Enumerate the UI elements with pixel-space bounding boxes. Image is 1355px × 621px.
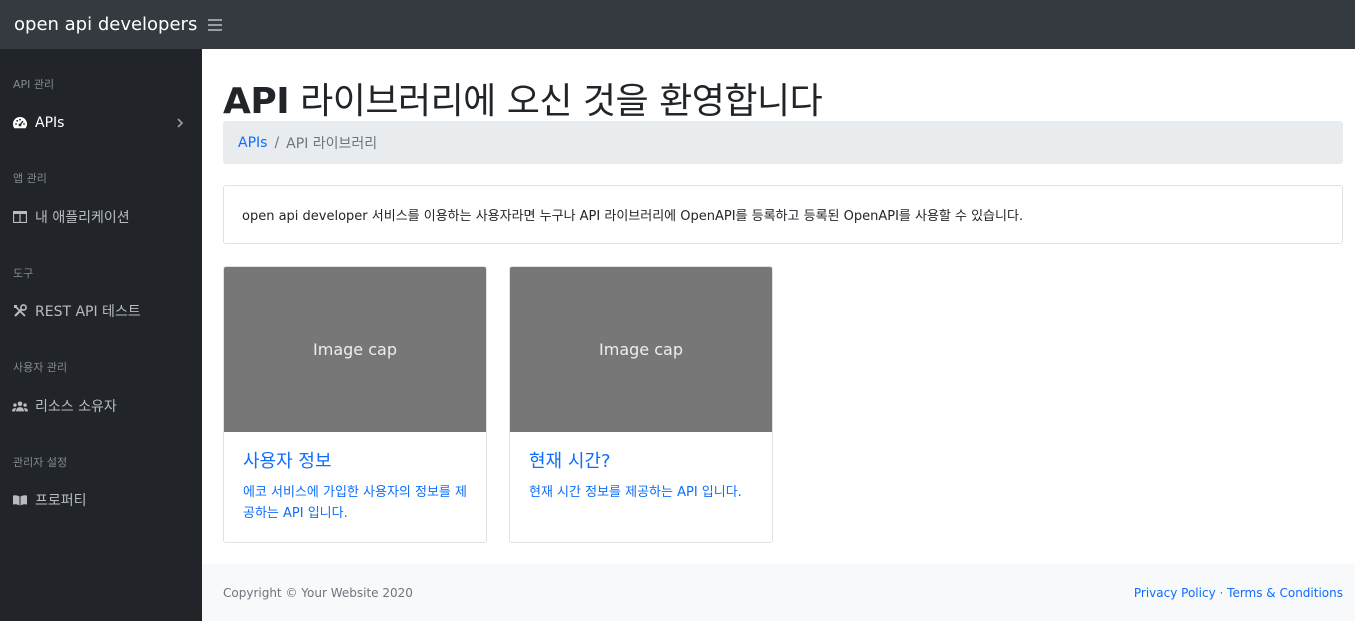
sidebar-item-my-applications[interactable]: 내 애플리케이션 (0, 203, 202, 231)
privacy-policy-link[interactable]: Privacy Policy (1134, 586, 1216, 600)
sidebar-heading-app-management: 앱 관리 (13, 172, 47, 185)
main-content: API 라이브러리에 오신 것을 환영합니다 APIs / API 라이브러리 … (202, 49, 1355, 621)
sidebar-item-resource-owners[interactable]: 리소스 소유자 (0, 392, 202, 420)
sidebar-item-rest-api-test[interactable]: REST API 테스트 (0, 297, 202, 325)
sidebar-item-label: REST API 테스트 (35, 304, 141, 320)
info-text: open api developer 서비스를 이용하는 사용자라면 누구나 A… (242, 209, 1024, 224)
sidebar-heading-admin-settings: 관리자 설정 (13, 456, 68, 469)
footer: Copyright © Your Website 2020 Privacy Po… (202, 564, 1355, 621)
columns-icon (12, 209, 28, 225)
footer-links: Privacy Policy · Terms & Conditions (1134, 586, 1343, 600)
sidebar-heading-tools: 도구 (13, 267, 34, 280)
sidebar-heading-user-management: 사용자 관리 (13, 361, 68, 374)
sidebar-item-label: APIs (35, 115, 65, 131)
card-text[interactable]: 현재 시간 정보를 제공하는 API 입니다. (529, 482, 755, 503)
breadcrumb-separator: / (274, 134, 280, 151)
breadcrumb-current: API 라이브러리 (286, 135, 378, 152)
sidebar-toggle-hamburger-icon[interactable] (208, 18, 222, 31)
chevron-right-icon (177, 118, 184, 128)
card-title[interactable]: 사용자 정보 (243, 447, 332, 473)
sidebar: API 관리 APIs 앱 관리 내 애플리케이션 도구 REST API 테스… (0, 49, 202, 621)
api-card-current-time[interactable]: Image cap 현재 시간? 현재 시간 정보를 제공하는 API 입니다. (509, 266, 773, 543)
tools-icon (12, 303, 28, 319)
users-icon (12, 398, 28, 414)
card-title[interactable]: 현재 시간? (529, 447, 611, 473)
sidebar-item-apis[interactable]: APIs (0, 109, 202, 137)
sidebar-item-label: 내 애플리케이션 (35, 210, 130, 226)
footer-dot: · (1219, 585, 1224, 600)
top-navbar: open api developers (0, 0, 1355, 49)
brand-logo[interactable]: open api developers (0, 14, 202, 35)
breadcrumb: APIs / API 라이브러리 (223, 121, 1343, 164)
footer-copyright: Copyright © Your Website 2020 (223, 585, 413, 600)
terms-conditions-link[interactable]: Terms & Conditions (1227, 586, 1343, 600)
sidebar-item-properties[interactable]: 프로퍼티 (0, 486, 202, 514)
tachometer-icon (12, 115, 28, 131)
sidebar-heading-api-management: API 관리 (13, 78, 55, 91)
book-icon (12, 492, 28, 508)
card-image-placeholder: Image cap (510, 267, 772, 432)
page-title: API 라이브러리에 오신 것을 환영합니다 (223, 81, 823, 122)
card-text[interactable]: 에코 서비스에 가입한 사용자의 정보를 제공하는 API 입니다. (243, 482, 469, 524)
sidebar-item-label: 리소스 소유자 (35, 399, 117, 415)
card-image-placeholder: Image cap (224, 267, 486, 432)
info-card: open api developer 서비스를 이용하는 사용자라면 누구나 A… (223, 185, 1343, 244)
breadcrumb-link-apis[interactable]: APIs (238, 135, 267, 151)
sidebar-item-label: 프로퍼티 (35, 493, 87, 509)
api-card-user-info[interactable]: Image cap 사용자 정보 에코 서비스에 가입한 사용자의 정보를 제공… (223, 266, 487, 543)
